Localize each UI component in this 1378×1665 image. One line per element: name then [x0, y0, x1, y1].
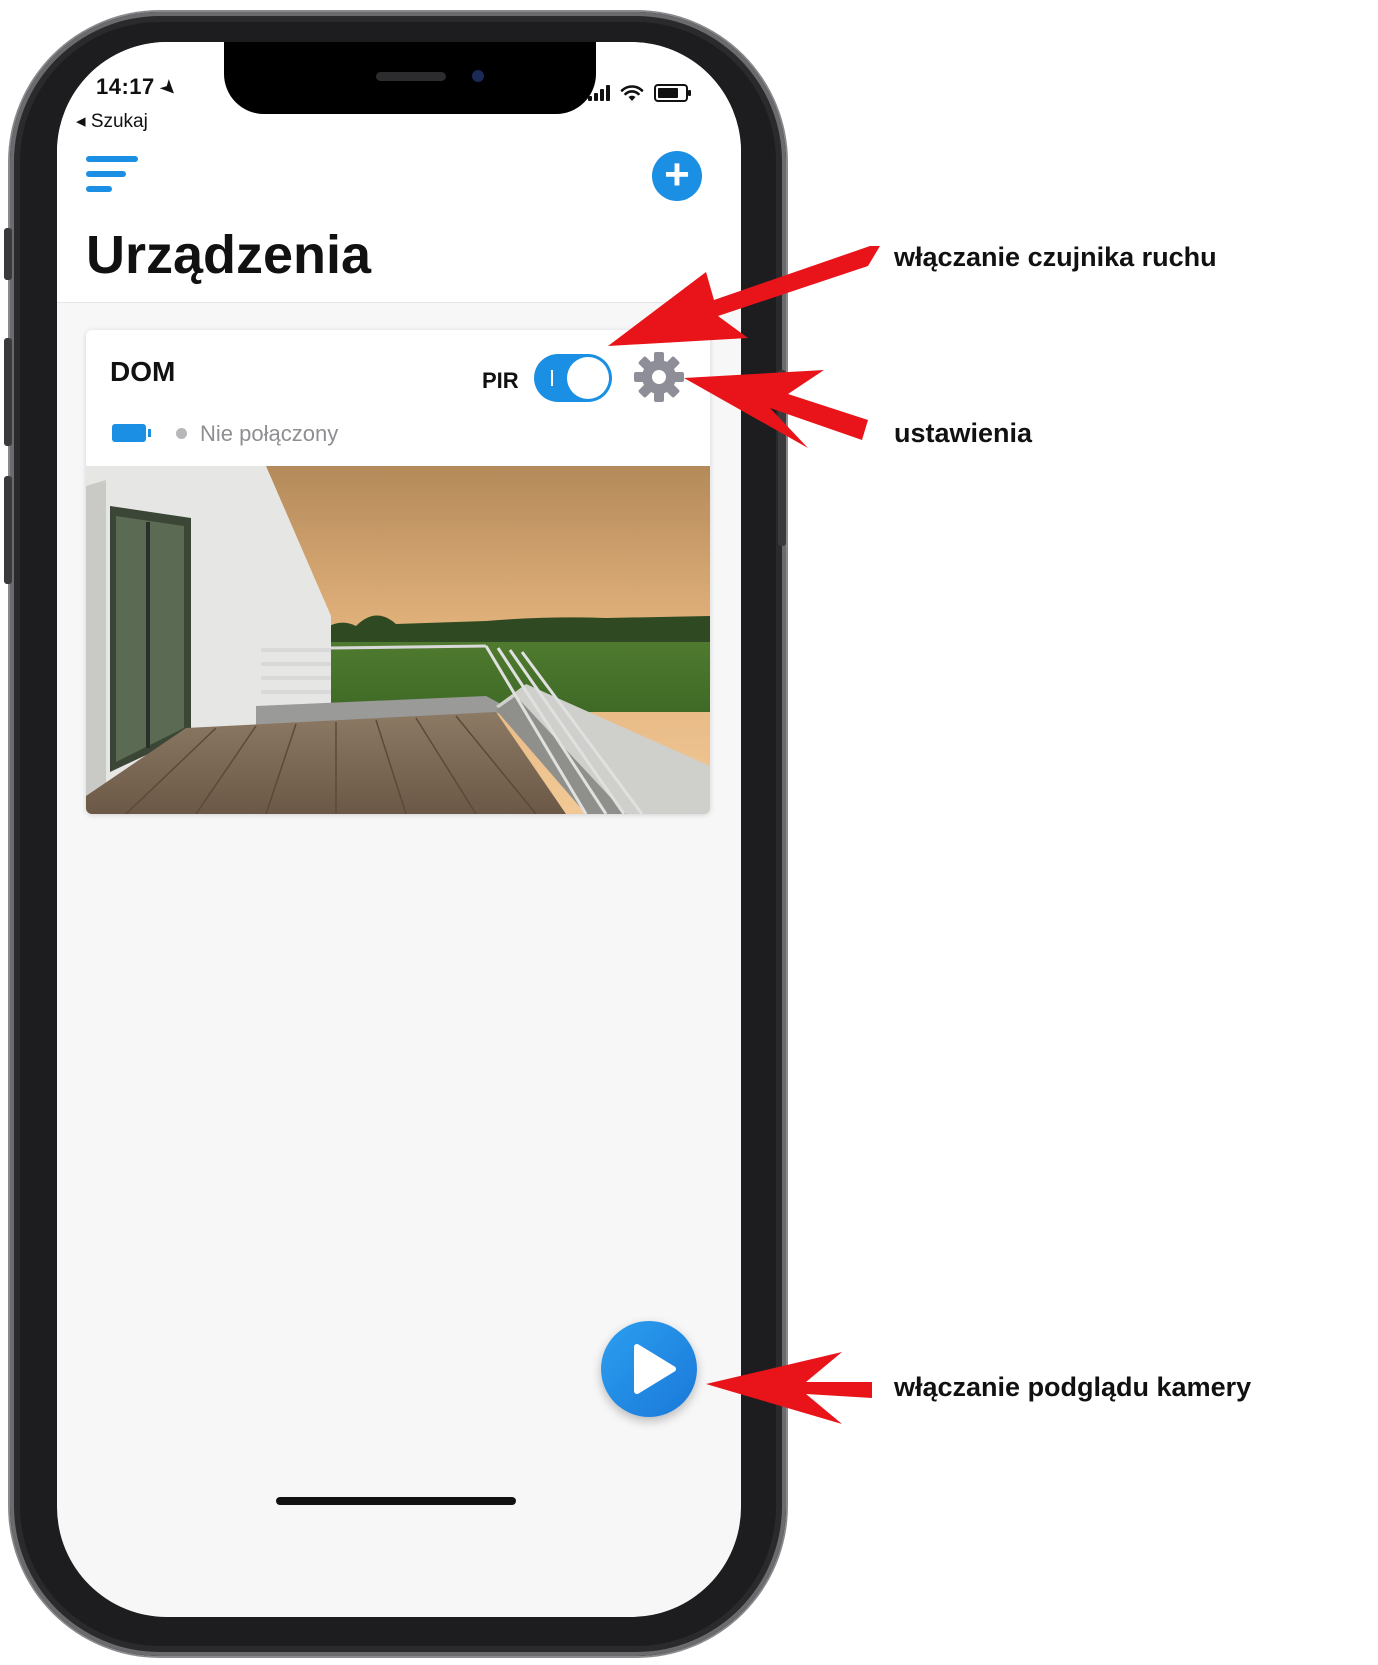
pir-toggle[interactable] — [534, 354, 612, 402]
toggle-knob — [567, 357, 609, 399]
annotation-camera-preview: włączanie podglądu kamery — [894, 1372, 1252, 1402]
device-card[interactable]: DOM PIR Nie połączony — [86, 330, 710, 814]
device-battery-icon — [112, 424, 151, 442]
earpiece-speaker — [376, 72, 446, 81]
connection-status-dot — [176, 428, 187, 439]
front-camera — [472, 70, 484, 82]
play-icon — [634, 1344, 676, 1394]
camera-preview-image[interactable] — [86, 466, 710, 814]
signal-icon — [588, 85, 610, 101]
device-name: DOM — [110, 356, 176, 387]
status-icons — [588, 84, 691, 102]
power-button — [778, 370, 786, 546]
volume-up-button — [4, 338, 12, 446]
battery-icon — [654, 84, 691, 102]
toggle-on-indicator — [551, 370, 553, 386]
plus-circle-icon: + — [664, 150, 690, 199]
wifi-icon — [620, 85, 644, 101]
connection-status: Nie połączony — [200, 421, 339, 446]
pir-label: PIR — [482, 368, 519, 393]
home-indicator — [276, 1497, 516, 1505]
menu-icon[interactable] — [86, 156, 140, 194]
annotation-settings: ustawienia — [894, 418, 1033, 448]
page-title: Urządzenia — [86, 225, 372, 285]
play-button[interactable] — [601, 1321, 697, 1417]
add-device-button[interactable]: + — [652, 151, 702, 201]
status-time: 14:17 ➤ — [96, 74, 183, 101]
volume-down-button — [4, 476, 12, 584]
back-to-search-link[interactable]: ◂ Szukaj — [76, 110, 148, 133]
gear-icon[interactable] — [632, 350, 686, 404]
annotation-motion-sensor: włączanie czujnika ruchu — [894, 242, 1217, 272]
silent-switch — [4, 228, 12, 280]
